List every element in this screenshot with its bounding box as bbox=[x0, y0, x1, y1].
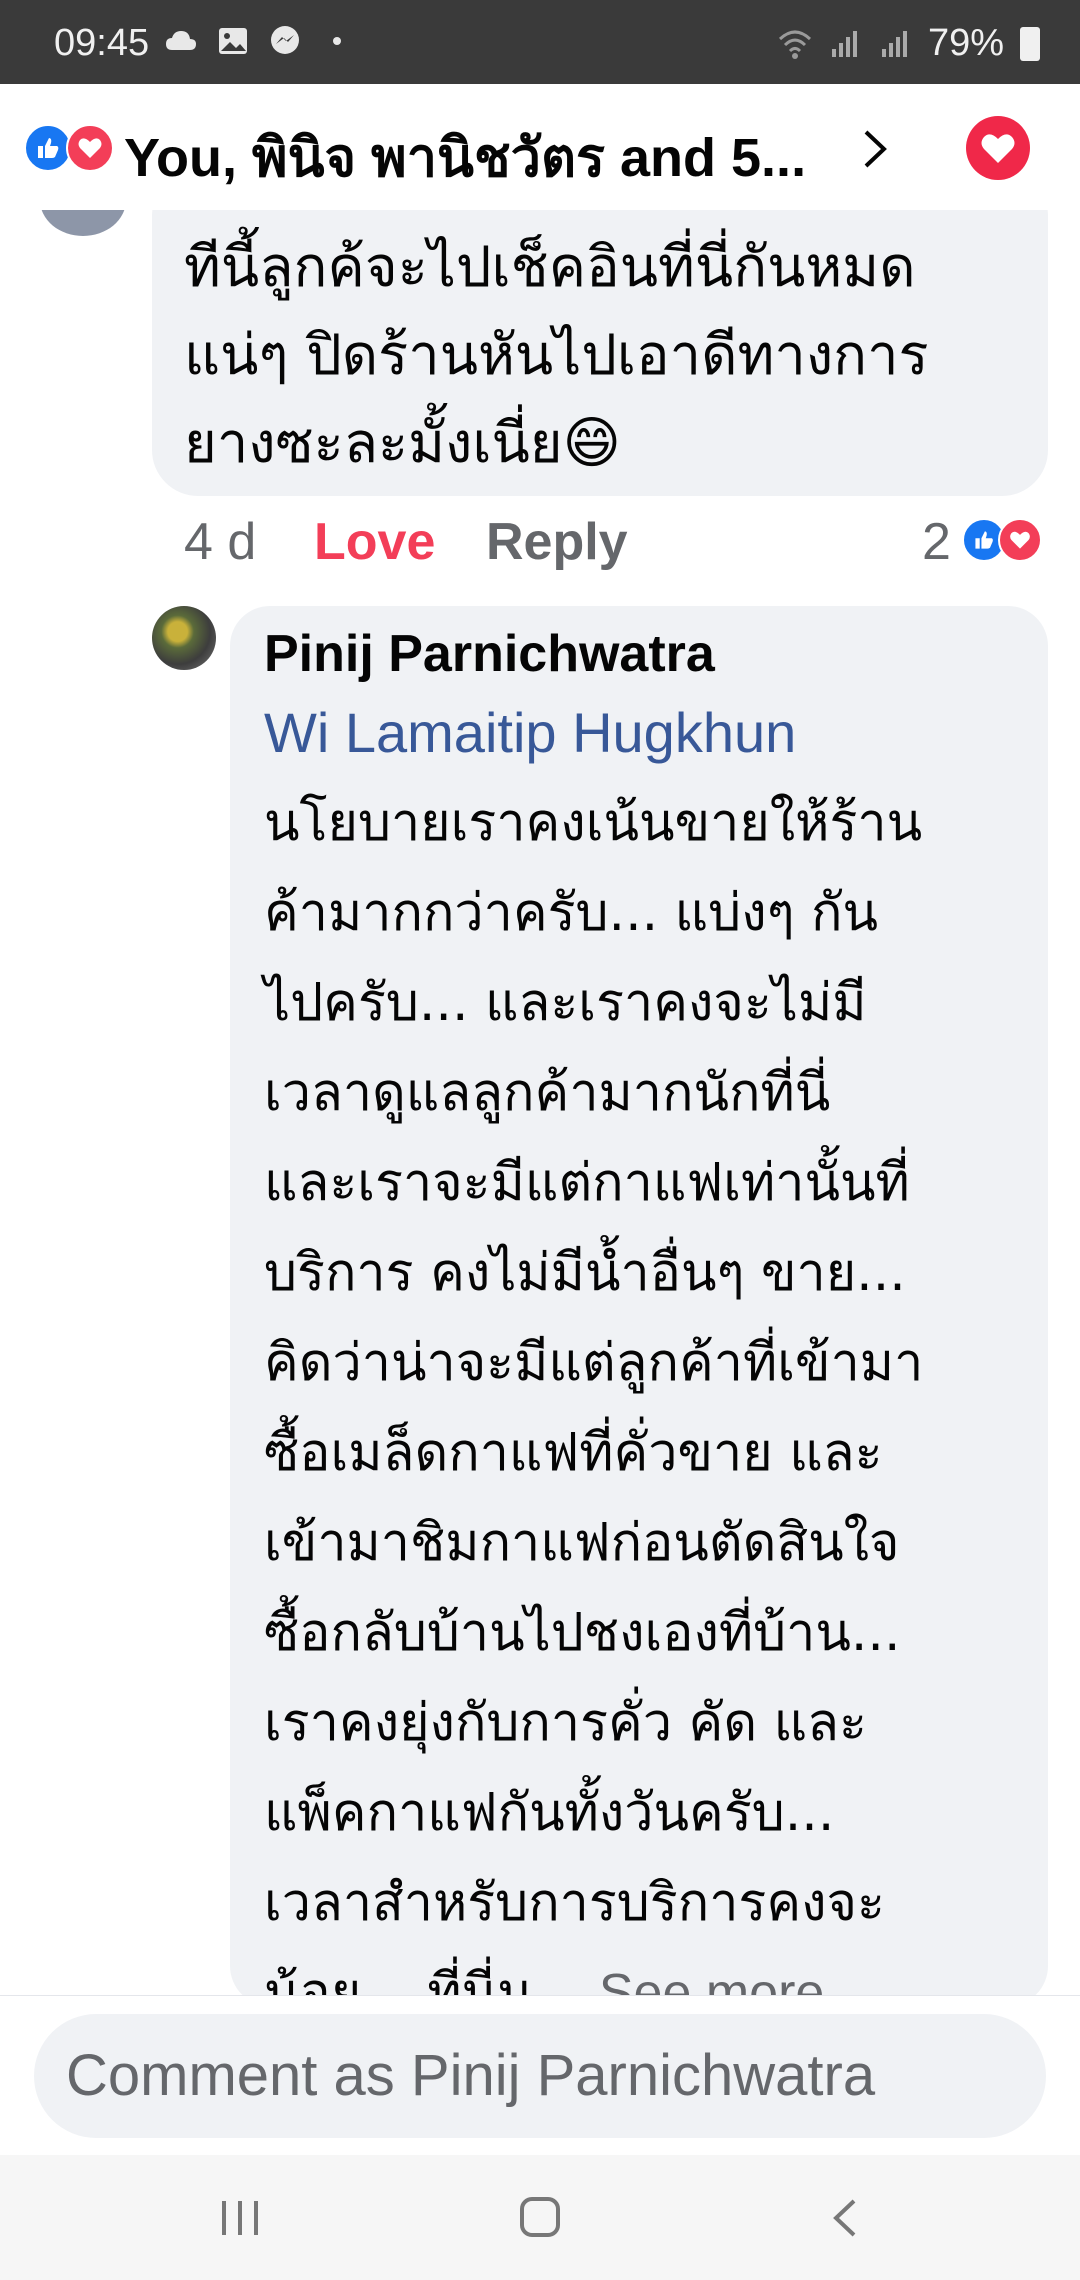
reply-line: ไปครับ... และเราคงจะไม่มี bbox=[264, 973, 867, 1033]
home-icon[interactable] bbox=[518, 2195, 562, 2239]
reply-line: บริการ คงไม่มีน้ำอื่นๆ ขาย... bbox=[264, 1243, 906, 1303]
comment-line: ทีนี้ลูกค้จะไปเช็คอินที่นี่กันหมด bbox=[184, 235, 916, 300]
back-icon[interactable] bbox=[826, 2195, 866, 2241]
avatar[interactable] bbox=[40, 210, 126, 236]
comment-line: ยางซะละมั้งเนี่ย😄 bbox=[184, 411, 621, 476]
signal-icon bbox=[881, 30, 907, 57]
comment-time[interactable]: 4 d bbox=[184, 512, 256, 572]
love-reaction-button[interactable] bbox=[966, 116, 1030, 180]
love-button[interactable]: Love bbox=[314, 512, 435, 572]
love-icon bbox=[66, 124, 114, 172]
recents-icon[interactable] bbox=[216, 2197, 266, 2239]
reaction-count[interactable]: 2 bbox=[922, 512, 951, 572]
signal-icon bbox=[831, 30, 857, 57]
reactors-title[interactable]: You, พินิจ พานิชวัตร and 5... bbox=[124, 114, 844, 200]
comment-reactions[interactable] bbox=[962, 518, 1042, 562]
status-bar: 09:45 79% bbox=[0, 0, 1080, 84]
see-more-link[interactable]: See more bbox=[599, 1964, 824, 1995]
love-icon bbox=[998, 518, 1042, 562]
reply-line: แพ็คกาแฟกันทั้งวันครับ... bbox=[264, 1783, 835, 1843]
reply-line: น้อย... ที่นี่น... See more bbox=[264, 1948, 1034, 1995]
reply-line: นโยบายเราคงเน้นขายให้ร้าน bbox=[264, 793, 923, 853]
reply-line: เวลาสำหรับการบริการคงจะ bbox=[264, 1873, 885, 1933]
reply-line: คิดว่าน่าจะมีแต่ลูกค้าที่เข้ามา bbox=[264, 1333, 924, 1393]
wifi-icon bbox=[778, 30, 811, 59]
system-nav-bar bbox=[0, 2155, 1080, 2280]
avatar[interactable] bbox=[152, 606, 216, 670]
reactions-header[interactable]: You, พินิจ พานิชวัตร and 5... bbox=[0, 84, 1080, 211]
chevron-right-icon[interactable] bbox=[856, 124, 896, 174]
reply-last-line: น้อย... ที่นี่น... bbox=[264, 1963, 583, 1995]
reply-line: เวลาดูแลลูกค้ามากนักที่นี่ bbox=[264, 1063, 831, 1123]
reply-line: ซื้อเมล็ดกาแฟที่คั่วขาย และ bbox=[264, 1423, 883, 1483]
comment-text: ทีนี้ลูกค้จะไปเช็คอินที่นี่กันหมด แน่ๆ ป… bbox=[184, 224, 1034, 488]
comment-line: แน่ๆ ปิดร้านหันไปเอาดีทางการ bbox=[184, 323, 929, 388]
comment-composer: Comment as Pinij Parnichwatra bbox=[0, 1995, 1080, 2156]
reply-author-name[interactable]: Pinij Parnichwatra bbox=[264, 624, 715, 684]
comment-input[interactable]: Comment as Pinij Parnichwatra bbox=[34, 2014, 1046, 2138]
reply-line: ค้ามากกว่าครับ... แบ่งๆ กัน bbox=[264, 883, 879, 943]
battery-icon bbox=[1020, 26, 1040, 61]
reply-line: และเราจะมีแต่กาแฟเท่านั้นที่ bbox=[264, 1153, 910, 1213]
like-icon bbox=[24, 124, 72, 172]
messenger-icon bbox=[271, 26, 299, 54]
comment-actions: 4 d Love Reply 2 bbox=[184, 512, 1044, 582]
reply-line: ซื้อกลับบ้านไปชงเองที่บ้าน... bbox=[264, 1603, 901, 1663]
reaction-summary bbox=[24, 124, 116, 172]
reply-line: เข้ามาชิมกาแฟก่อนตัดสินใจ bbox=[264, 1513, 900, 1573]
heart-icon bbox=[981, 134, 1015, 163]
comments-list[interactable]: ทีนี้ลูกค้จะไปเช็คอินที่นี่กันหมด แน่ๆ ป… bbox=[0, 210, 1080, 1995]
mention-link[interactable]: Wi Lamaitip Hugkhun bbox=[264, 700, 796, 765]
battery-percent: 79% bbox=[927, 22, 1004, 64]
image-icon bbox=[219, 28, 247, 54]
reply-line: เราคงยุ่งกับการคั่ว คัด และ bbox=[264, 1693, 867, 1753]
reply-button[interactable]: Reply bbox=[486, 512, 628, 572]
status-time: 09:45 bbox=[54, 22, 150, 64]
cloud-icon bbox=[166, 31, 196, 50]
reply-text: นโยบายเราคงเน้นขายให้ร้าน ค้ามากกว่าครับ… bbox=[264, 778, 1034, 1995]
dot-icon bbox=[333, 37, 341, 45]
